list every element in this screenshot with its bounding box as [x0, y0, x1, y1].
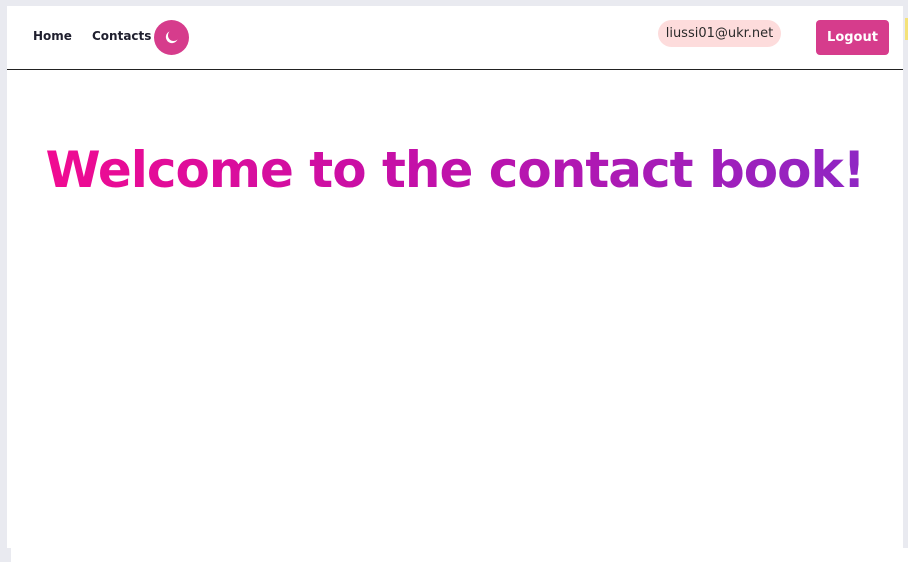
page-title: Welcome to the contact book!	[7, 140, 903, 200]
nav-contacts-link[interactable]: Contacts	[92, 29, 151, 43]
bottom-strip-left	[0, 548, 11, 562]
app-window: Home Contacts liussi01@ukr.net Logout We…	[7, 6, 903, 548]
moon-icon	[165, 31, 178, 44]
logout-button[interactable]: Logout	[816, 20, 889, 55]
nav-home-link[interactable]: Home	[33, 29, 72, 43]
user-email-badge: liussi01@ukr.net	[658, 20, 781, 47]
theme-toggle-button[interactable]	[154, 20, 189, 55]
app-header: Home Contacts liussi01@ukr.net Logout	[7, 6, 903, 70]
bottom-strip	[0, 548, 908, 562]
